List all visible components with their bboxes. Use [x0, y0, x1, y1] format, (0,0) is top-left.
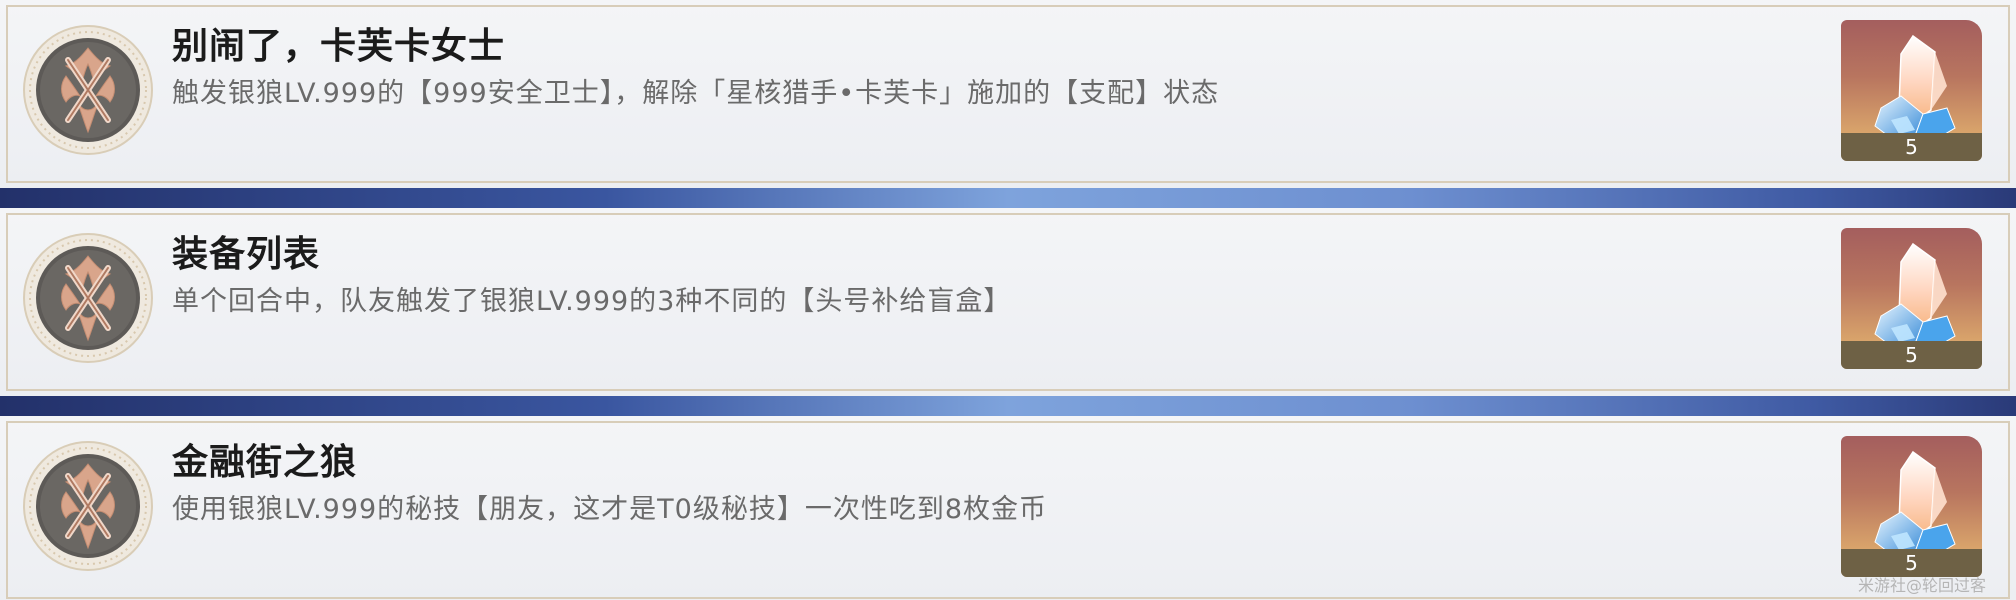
achievement-list: 别闹了，卡芙卡女士 触发银狼LV.999的【999安全卫士】，解除「星核猎手•卡…	[0, 0, 2016, 600]
reward-item[interactable]: 5	[1841, 228, 1982, 369]
achievement-badge-icon	[22, 440, 154, 572]
achievement-card[interactable]: 别闹了，卡芙卡女士 触发银狼LV.999的【999安全卫士】，解除「星核猎手•卡…	[0, 0, 2016, 188]
achievement-badge-icon	[22, 232, 154, 364]
achievement-description: 单个回合中，队友触发了银狼LV.999的3种不同的【头号补给盲盒】	[172, 286, 1012, 317]
achievement-description: 触发银狼LV.999的【999安全卫士】，解除「星核猎手•卡芙卡」施加的【支配】…	[172, 78, 1220, 109]
reward-item[interactable]: 5	[1841, 20, 1982, 161]
watermark: 米游社@轮回过客	[1857, 576, 1986, 595]
list-divider	[0, 188, 2016, 208]
achievement-title: 装备列表	[172, 234, 321, 275]
reward-item[interactable]: 5	[1841, 436, 1982, 577]
achievement-card[interactable]: 金融街之狼 使用银狼LV.999的秘技【朋友，这才是T0级秘技】一次性吃到8枚金…	[0, 416, 2016, 600]
reward-count: 5	[1905, 135, 1918, 159]
achievement-description: 使用银狼LV.999的秘技【朋友，这才是T0级秘技】一次性吃到8枚金币	[172, 494, 1048, 525]
list-divider	[0, 396, 2016, 416]
achievement-title: 别闹了，卡芙卡女士	[172, 26, 506, 67]
achievement-text: 金融街之狼 使用银狼LV.999的秘技【朋友，这才是T0级秘技】一次性吃到8枚金…	[172, 440, 1047, 528]
achievement-card[interactable]: 装备列表 单个回合中，队友触发了银狼LV.999的3种不同的【头号补给盲盒】 5	[0, 208, 2016, 396]
achievement-text: 别闹了，卡芙卡女士 触发银狼LV.999的【999安全卫士】，解除「星核猎手•卡…	[172, 24, 1219, 112]
achievement-text: 装备列表 单个回合中，队友触发了银狼LV.999的3种不同的【头号补给盲盒】	[172, 232, 1011, 320]
achievement-badge-icon	[22, 24, 154, 156]
reward-count: 5	[1905, 343, 1918, 367]
achievement-title: 金融街之狼	[172, 442, 358, 483]
